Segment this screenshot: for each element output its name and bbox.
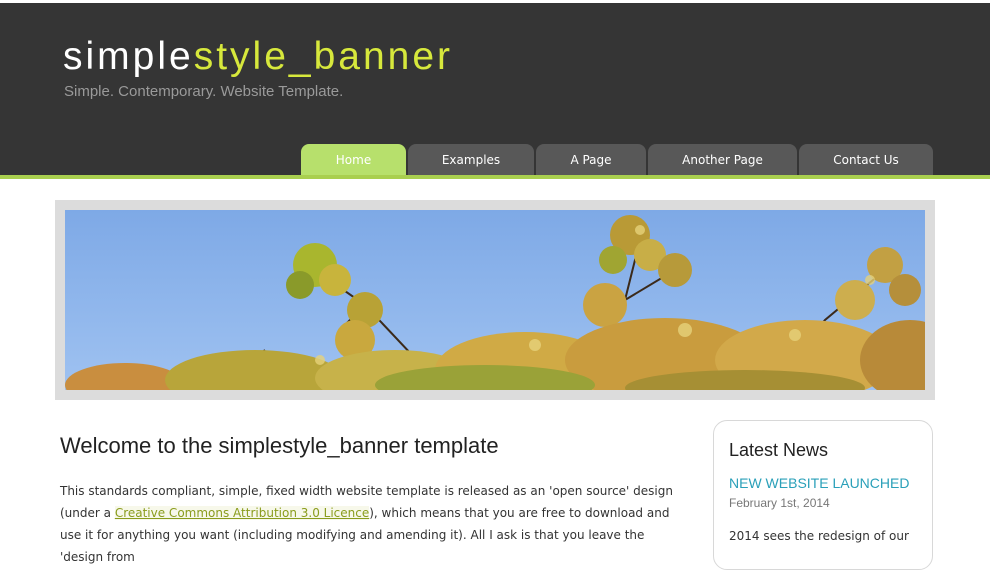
news-text: 2014 sees the redesign of our	[729, 529, 909, 543]
menu-underline-bar	[0, 175, 990, 179]
sidebar-news-box: Latest News NEW WEBSITE LAUNCHED Februar…	[713, 420, 933, 570]
licence-link[interactable]: Creative Commons Attribution 3.0 Licence	[114, 506, 370, 520]
main-menu: Home Examples A Page Another Page Contac…	[0, 144, 990, 175]
banner-image	[65, 210, 925, 390]
site-header: simplestyle_banner Simple. Contemporary.…	[0, 0, 990, 175]
menu-item-contact-us[interactable]: Contact Us	[799, 144, 933, 175]
logo-text-part2: style_banner	[193, 35, 454, 78]
news-headline: NEW WEBSITE LAUNCHED	[729, 475, 910, 491]
menu-item-a-page[interactable]: A Page	[536, 144, 646, 175]
header-top-line	[0, 0, 990, 3]
sidebar-title: Latest News	[729, 440, 829, 460]
menu-item-examples[interactable]: Examples	[408, 144, 534, 175]
menu-item-another-page[interactable]: Another Page	[648, 144, 797, 175]
news-date: February 1st, 2014	[729, 496, 830, 510]
tree-canopy-illustration	[65, 210, 925, 390]
site-logo[interactable]: simplestyle_banner	[63, 33, 453, 81]
menu-item-home[interactable]: Home	[301, 144, 406, 175]
intro-paragraph: This standards compliant, simple, fixed …	[60, 480, 685, 568]
page-title: Welcome to the simplestyle_banner templa…	[60, 433, 499, 458]
site-slogan: Simple. Contemporary. Website Template.	[64, 83, 344, 100]
logo-text-part1: simple	[63, 35, 194, 78]
